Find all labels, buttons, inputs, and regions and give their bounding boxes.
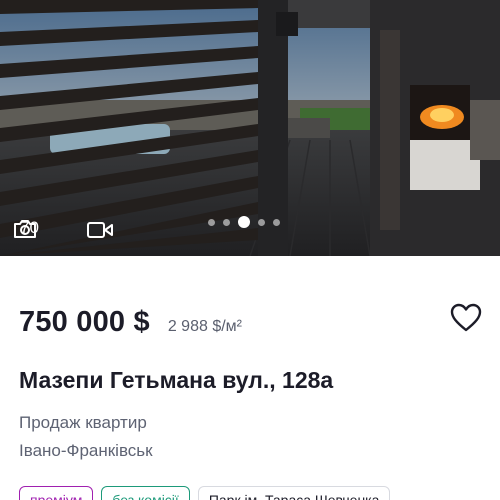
- carousel-dots[interactable]: [208, 216, 280, 228]
- photo-count[interactable]: 70: [12, 218, 39, 238]
- carousel-dot[interactable]: [273, 218, 280, 226]
- price: 750 000 $: [19, 306, 150, 338]
- price-per-sqm: 2 988 $/м²: [167, 318, 242, 335]
- listing-photo[interactable]: 70: [0, 0, 500, 256]
- tag-premium[interactable]: преміум: [19, 486, 94, 500]
- carousel-dot[interactable]: [258, 218, 265, 226]
- carousel-dot[interactable]: [208, 218, 215, 226]
- heart-icon[interactable]: [450, 303, 482, 338]
- carousel-dot[interactable]: [223, 218, 230, 226]
- city: Івано-Франківськ: [19, 441, 153, 460]
- deal-type: Продаж квартир: [19, 413, 147, 432]
- carousel-dot-active[interactable]: [238, 216, 250, 228]
- tag-location[interactable]: Парк ім. Тараса Шевченка: [197, 486, 391, 500]
- listing-address[interactable]: Мазепи Гетьмана вул., 128а: [19, 367, 333, 394]
- price-row: 750 000 $ 2 988 $/м²: [19, 306, 242, 339]
- tag-list: преміум без комісії Парк ім. Тараса Шевч…: [19, 486, 391, 500]
- tag-no-fee[interactable]: без комісії: [101, 486, 190, 500]
